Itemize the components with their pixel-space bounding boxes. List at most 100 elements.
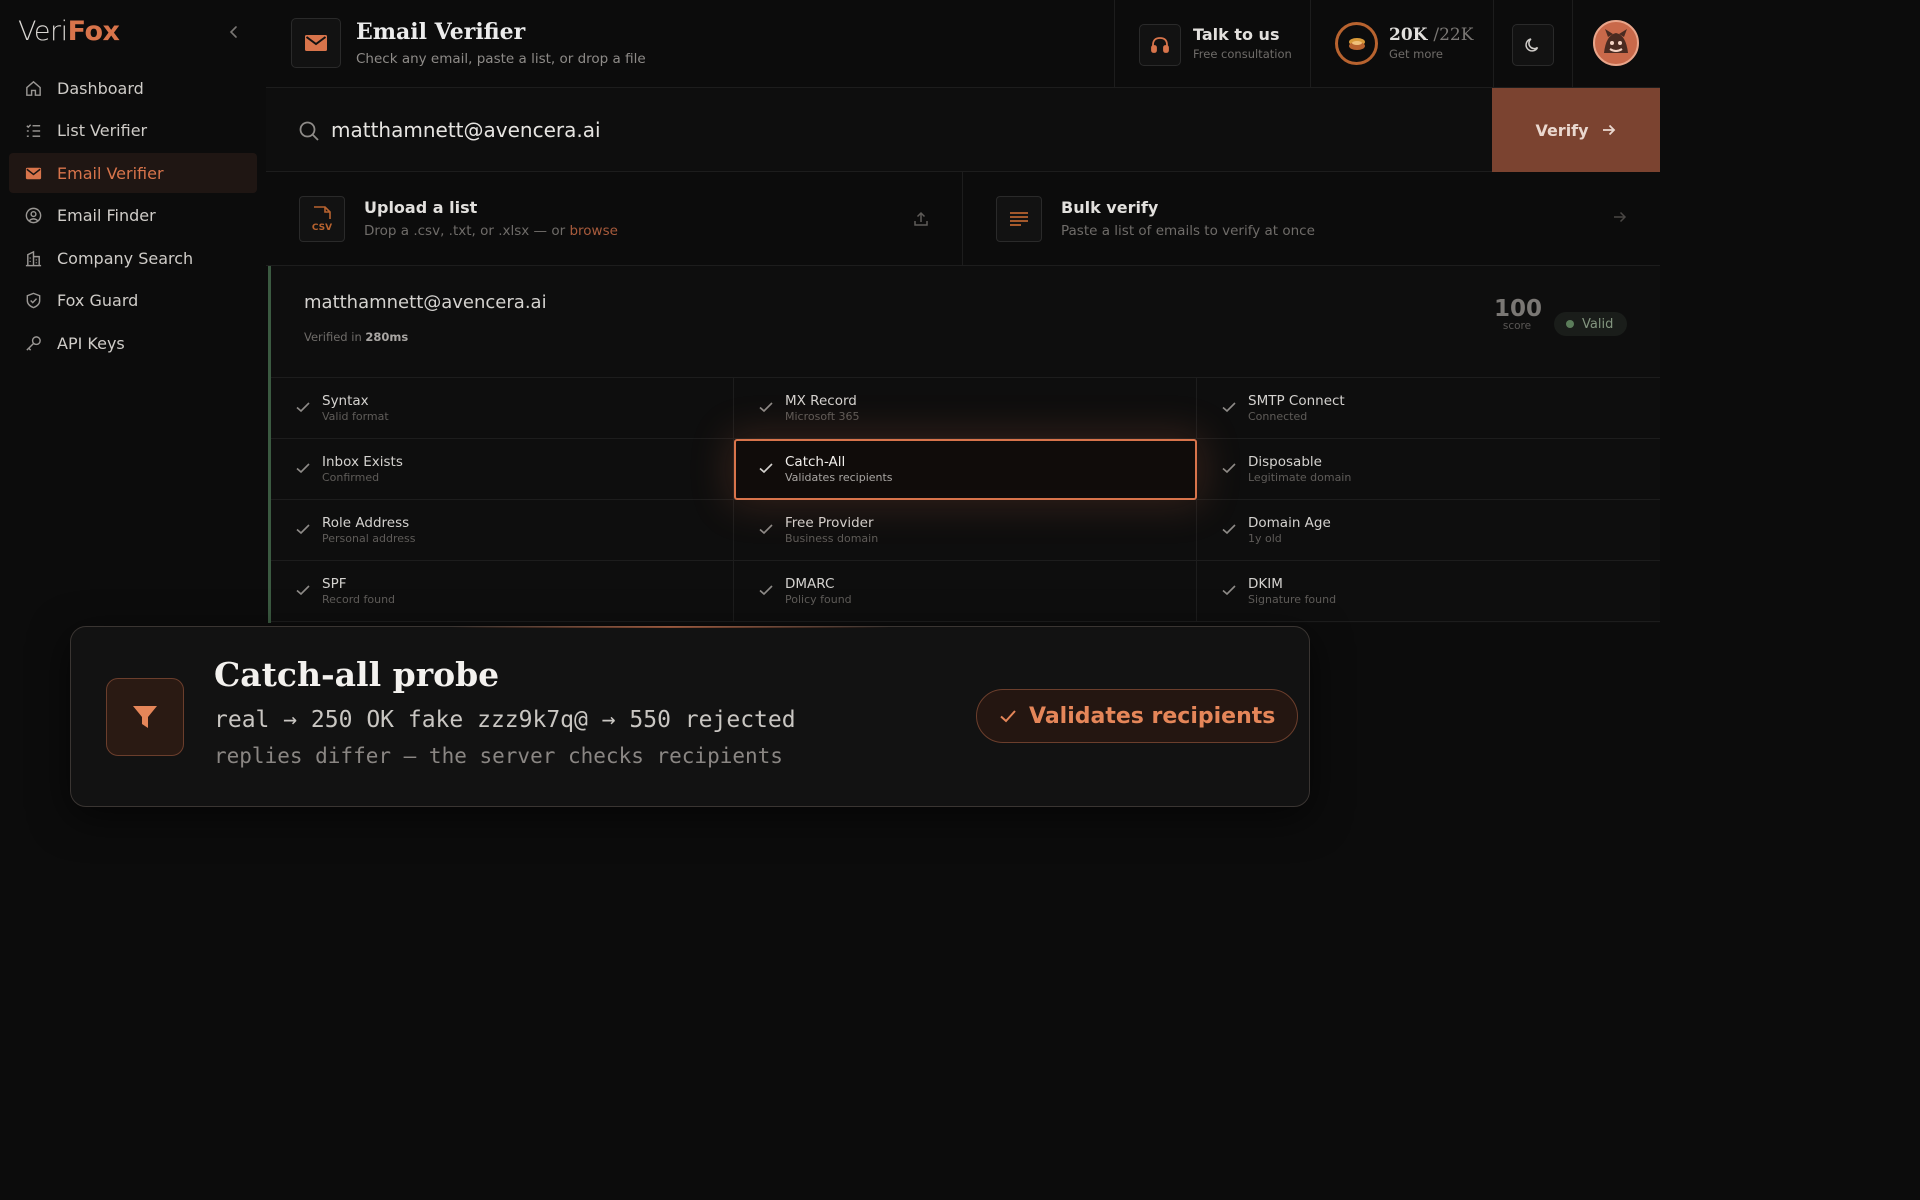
theme-toggle-section [1493, 0, 1572, 88]
check-icon [1222, 463, 1236, 474]
check-icon [759, 524, 773, 535]
moon-icon [1525, 38, 1539, 52]
top-bar: Email Verifier Check any email, paste a … [266, 0, 1660, 88]
checks-row: Inbox Exists Confirmed Catch-All Validat… [271, 439, 1660, 500]
arrow-right-icon [1614, 211, 1627, 223]
sidebar: VeriFox Dashboard List Verifier Email Ve… [0, 0, 266, 1200]
sidebar-item-fox-guard[interactable]: Fox Guard [9, 281, 257, 321]
checks-row: Role Address Personal address Free Provi… [271, 500, 1660, 561]
result-email: matthamnett@avencera.ai [304, 292, 547, 313]
bulk-subtitle: Paste a list of emails to verify at once [1061, 223, 1315, 239]
check-icon [759, 585, 773, 596]
check-catch-all[interactable]: Catch-All Validates recipients [734, 439, 1197, 500]
theme-toggle-button[interactable] [1512, 24, 1554, 66]
score-value: 100 [1494, 296, 1543, 322]
checks-grid: Syntax Valid format MX Record Microsoft … [271, 377, 1660, 622]
logo-text-fox: Fox [67, 16, 120, 47]
verification-time-prefix: Verified in [304, 330, 366, 344]
check-title: Disposable [1248, 454, 1322, 470]
check-subtitle: Confirmed [322, 471, 380, 484]
checks-row: SPF Record found DMARC Policy found DKIM… [271, 561, 1660, 622]
check-icon [1222, 524, 1236, 535]
verify-button-label: Verify [1535, 120, 1589, 140]
check-icon [296, 524, 310, 535]
verify-button[interactable]: Verify [1492, 88, 1660, 172]
check-free-provider: Free Provider Business domain [734, 500, 1197, 561]
validates-recipients-badge: Validates recipients [976, 689, 1299, 743]
home-icon [26, 80, 41, 96]
probe-result-line: real → 250 OK fake zzz9k7q@ → 550 reject… [214, 707, 796, 733]
verification-time-value: 280ms [365, 330, 409, 344]
check-subtitle: Legitimate domain [1248, 471, 1352, 484]
upload-options: CSV Upload a list Drop a .csv, .txt, or … [266, 172, 1660, 266]
page-title: Email Verifier [356, 19, 526, 45]
check-subtitle: Microsoft 365 [785, 410, 860, 423]
list-icon [26, 124, 41, 138]
sidebar-item-api-keys[interactable]: API Keys [9, 324, 257, 364]
search-icon [299, 121, 319, 141]
mail-icon [25, 167, 42, 179]
check-title: Role Address [322, 515, 410, 531]
avatar-section [1572, 0, 1660, 88]
upload-hint: Drop a .csv, .txt, or .xlsx — or [364, 223, 570, 239]
arrow-right-icon [1602, 124, 1615, 136]
check-title: Free Provider [785, 515, 874, 531]
check-title: SMTP Connect [1248, 393, 1345, 409]
sidebar-item-email-finder[interactable]: Email Finder [9, 196, 257, 236]
sidebar-item-email-verifier[interactable]: Email Verifier [9, 153, 257, 194]
check-domain-age: Domain Age 1y old [1197, 500, 1660, 561]
check-icon [1000, 710, 1016, 723]
sidebar-item-label: Email Verifier [57, 163, 164, 183]
sidebar-item-label: Company Search [57, 248, 194, 268]
avatar[interactable] [1593, 20, 1639, 66]
browse-link[interactable]: browse [569, 223, 617, 239]
collapse-sidebar-button[interactable] [226, 22, 242, 42]
sidebar-item-dashboard[interactable]: Dashboard [9, 68, 257, 108]
credits-count: 20K /22K [1389, 25, 1473, 45]
check-icon [1222, 402, 1236, 413]
check-subtitle: Connected [1248, 410, 1308, 423]
sidebar-item-label: Fox Guard [57, 291, 139, 311]
check-icon [296, 402, 310, 413]
search-bar: Verify [266, 88, 1660, 172]
sidebar-item-label: API Keys [57, 334, 125, 354]
chevron-left-icon [229, 26, 237, 38]
upload-title: Upload a list [364, 198, 478, 217]
check-title: Syntax [322, 393, 369, 409]
check-icon [759, 463, 773, 474]
check-subtitle: Validates recipients [785, 471, 893, 484]
talk-subtitle: Free consultation [1193, 47, 1292, 61]
check-dmarc: DMARC Policy found [734, 561, 1197, 622]
upload-list-card[interactable]: CSV Upload a list Drop a .csv, .txt, or … [266, 172, 962, 266]
credits-subtitle: Get more [1389, 47, 1443, 61]
check-subtitle: Policy found [785, 593, 852, 606]
check-title: DKIM [1248, 576, 1283, 592]
check-role-address: Role Address Personal address [271, 500, 734, 561]
status-badge: Valid [1554, 312, 1628, 336]
checks-row: Syntax Valid format MX Record Microsoft … [271, 378, 1660, 439]
sidebar-item-label: Email Finder [57, 206, 156, 226]
badge-text: Validates recipients [1029, 703, 1276, 729]
csv-file-icon: CSV [299, 196, 345, 242]
check-syntax: Syntax Valid format [271, 378, 734, 439]
talk-to-us-button[interactable]: Talk to us Free consultation [1114, 0, 1310, 88]
credits-widget[interactable]: 20K /22K Get more [1310, 0, 1493, 88]
check-title: Catch-All [785, 454, 846, 470]
check-smtp-connect: SMTP Connect Connected [1197, 378, 1660, 439]
sidebar-item-company-search[interactable]: Company Search [9, 238, 257, 278]
check-spf: SPF Record found [271, 561, 734, 622]
check-subtitle: Signature found [1248, 593, 1337, 606]
logo[interactable]: VeriFox [18, 16, 120, 47]
check-dkim: DKIM Signature found [1197, 561, 1660, 622]
sidebar-item-list-verifier[interactable]: List Verifier [9, 111, 257, 151]
verification-time: Verified in 280ms [304, 330, 408, 344]
email-input[interactable] [331, 108, 1331, 152]
bulk-verify-card[interactable]: Bulk verify Paste a list of emails to ve… [962, 172, 1660, 266]
check-icon [759, 402, 773, 413]
page-subtitle: Check any email, paste a list, or drop a… [356, 51, 646, 67]
check-disposable: Disposable Legitimate domain [1197, 439, 1660, 500]
credits-used: 20K [1389, 25, 1428, 45]
user-search-icon [25, 207, 42, 224]
catch-all-probe-popup: Catch-all probe real → 250 OK fake zzz9k… [70, 626, 1310, 807]
check-subtitle: Valid format [322, 410, 389, 423]
